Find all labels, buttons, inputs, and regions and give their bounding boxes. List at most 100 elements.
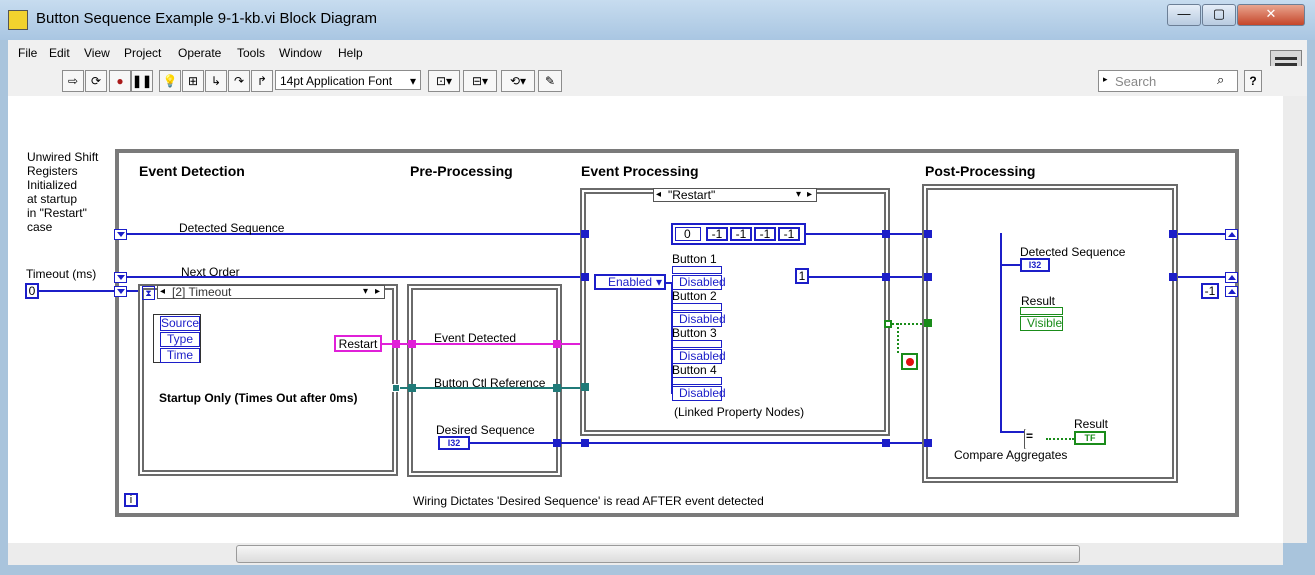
- toolbar: ⇨ ⟳ ● ❚❚ 💡 ⊞ ↳ ↷ ↱ 14pt Application Font…: [8, 66, 1307, 97]
- minus-one-constant[interactable]: -1: [1201, 283, 1219, 299]
- reorder-icon[interactable]: ⟲▾: [501, 70, 535, 92]
- shift-register-left[interactable]: [114, 229, 127, 240]
- shift-register-left[interactable]: [114, 272, 127, 283]
- run-continuously-icon[interactable]: ⟳: [85, 70, 107, 92]
- header-pre-processing: Pre-Processing: [410, 163, 513, 179]
- shift-register-right[interactable]: [1225, 229, 1238, 240]
- menu-window[interactable]: Window: [279, 46, 322, 60]
- property-node-disabled[interactable]: Disabled: [672, 386, 726, 401]
- search-box[interactable]: ▸ Search ⌕: [1098, 70, 1238, 92]
- run-arrow-icon[interactable]: ⇨: [62, 70, 84, 92]
- block-diagram-canvas[interactable]: Unwired Shift Registers Initialized at s…: [8, 96, 1283, 543]
- wire-detected-seq-down[interactable]: [1000, 233, 1002, 433]
- menu-operate[interactable]: Operate: [178, 46, 221, 60]
- desired-sequence-terminal[interactable]: I32: [438, 436, 470, 450]
- result-visible-property[interactable]: Visible: [1020, 316, 1063, 331]
- selector-left-icon[interactable]: ◂: [656, 189, 661, 200]
- retain-wire-values-icon[interactable]: ⊞: [182, 70, 204, 92]
- property-node-name: Button 3: [672, 326, 717, 340]
- cleanup-diagram-icon[interactable]: ✎: [538, 70, 562, 92]
- selector-right-icon[interactable]: ▸: [807, 189, 812, 200]
- shift-register-right[interactable]: [1225, 286, 1238, 297]
- chevron-down-icon: ▾: [655, 275, 662, 289]
- step-into-icon[interactable]: ↳: [205, 70, 227, 92]
- vertical-scrollbar[interactable]: [1283, 96, 1307, 543]
- event-structure[interactable]: [138, 284, 398, 476]
- window-title: Button Sequence Example 9-1-kb.vi Block …: [36, 10, 378, 27]
- step-out-icon[interactable]: ↱: [251, 70, 273, 92]
- wire-boolean-down[interactable]: [897, 323, 899, 353]
- font-select[interactable]: 14pt Application Font ▾: [275, 70, 421, 90]
- font-select-value: 14pt Application Font: [280, 74, 393, 88]
- selector-left-icon[interactable]: ◂: [160, 286, 165, 297]
- array-element[interactable]: -1: [778, 227, 800, 241]
- timeout-control[interactable]: 0: [25, 283, 39, 299]
- property-node-disabled[interactable]: Disabled: [672, 275, 726, 290]
- selector-right-icon[interactable]: ▸: [375, 286, 380, 297]
- tunnel: [581, 439, 589, 447]
- note-line: Unwired Shift: [27, 150, 99, 164]
- menu-help[interactable]: Help: [338, 46, 363, 60]
- enabled-enum-constant[interactable]: Enabled ▾: [594, 274, 666, 290]
- close-button[interactable]: ✕: [1237, 4, 1305, 26]
- array-index[interactable]: 0: [675, 227, 701, 241]
- distribute-objects-icon[interactable]: ⊟▾: [463, 70, 497, 92]
- horizontal-scroll-thumb[interactable]: [236, 545, 1080, 563]
- menu-edit[interactable]: Edit: [49, 46, 70, 60]
- header-post-processing: Post-Processing: [925, 163, 1036, 179]
- array-element[interactable]: -1: [754, 227, 776, 241]
- menu-project[interactable]: Project: [124, 46, 161, 60]
- property-node-header: [672, 377, 722, 385]
- chevron-down-icon[interactable]: ▾: [363, 286, 368, 297]
- wire-compare-result[interactable]: [1046, 438, 1074, 440]
- event-data-node[interactable]: Source Type Time: [153, 314, 201, 363]
- array-constant[interactable]: 0 -1 -1 -1 -1: [671, 223, 806, 245]
- align-objects-icon[interactable]: ⊡▾: [428, 70, 460, 92]
- abort-icon[interactable]: ●: [109, 70, 131, 92]
- highlight-execution-icon[interactable]: 💡: [159, 70, 181, 92]
- menu-tools[interactable]: Tools: [237, 46, 265, 60]
- array-element[interactable]: -1: [730, 227, 752, 241]
- tunnel: [882, 439, 890, 447]
- shift-register-right[interactable]: [1225, 272, 1238, 283]
- note-line: in "Restart": [27, 206, 87, 220]
- pause-icon[interactable]: ❚❚: [131, 70, 153, 92]
- result-indicator-label: Result: [1074, 417, 1109, 431]
- constant-one[interactable]: 1: [795, 268, 809, 284]
- tunnel-button-ref: [408, 384, 416, 392]
- maximize-button[interactable]: ▢: [1202, 4, 1236, 26]
- menu-view[interactable]: View: [84, 46, 110, 60]
- property-node-name: Button 4: [672, 363, 717, 377]
- step-over-icon[interactable]: ↷: [228, 70, 250, 92]
- result-boolean-indicator[interactable]: TF: [1074, 431, 1106, 445]
- minimize-button[interactable]: —: [1167, 4, 1201, 26]
- case-selector[interactable]: ◂ "Restart" ▾ ▸: [653, 188, 817, 202]
- stop-terminal-icon[interactable]: [901, 353, 918, 370]
- enabled-value: Enabled: [608, 275, 653, 289]
- tunnel: [924, 319, 932, 327]
- wire-label-next-order: Next Order: [181, 265, 240, 279]
- wire-label-desired-sequence: Desired Sequence: [436, 423, 535, 437]
- wire-next-order-out[interactable]: [809, 276, 882, 278]
- post-result-label: Result: [1021, 294, 1056, 308]
- wire-to-compare[interactable]: [1000, 431, 1024, 433]
- tunnel-button-ref: [553, 384, 561, 392]
- compare-aggregates-label: Compare Aggregates: [954, 448, 1068, 462]
- wire-to-indicator[interactable]: [1000, 264, 1020, 266]
- wire-desired-sequence[interactable]: [470, 442, 927, 444]
- property-node-disabled[interactable]: Disabled: [672, 349, 726, 364]
- menu-file[interactable]: File: [18, 46, 37, 60]
- info-icon[interactable]: i: [124, 493, 138, 507]
- shift-register-left[interactable]: [114, 286, 127, 297]
- wire-array-out[interactable]: [806, 233, 882, 235]
- event-case-selector[interactable]: ◂ [2] Timeout ▾ ▸: [157, 285, 385, 299]
- property-node-disabled[interactable]: Disabled: [672, 312, 726, 327]
- chevron-down-icon[interactable]: ▾: [796, 189, 801, 200]
- context-help-icon[interactable]: ?: [1244, 70, 1262, 92]
- property-node-name: Button 1: [672, 252, 717, 266]
- wire-timeout[interactable]: [39, 290, 115, 292]
- footer-note: Wiring Dictates 'Desired Sequence' is re…: [413, 494, 764, 508]
- restart-constant[interactable]: Restart: [334, 335, 382, 352]
- detected-sequence-indicator[interactable]: I32: [1020, 258, 1050, 272]
- array-element[interactable]: -1: [706, 227, 728, 241]
